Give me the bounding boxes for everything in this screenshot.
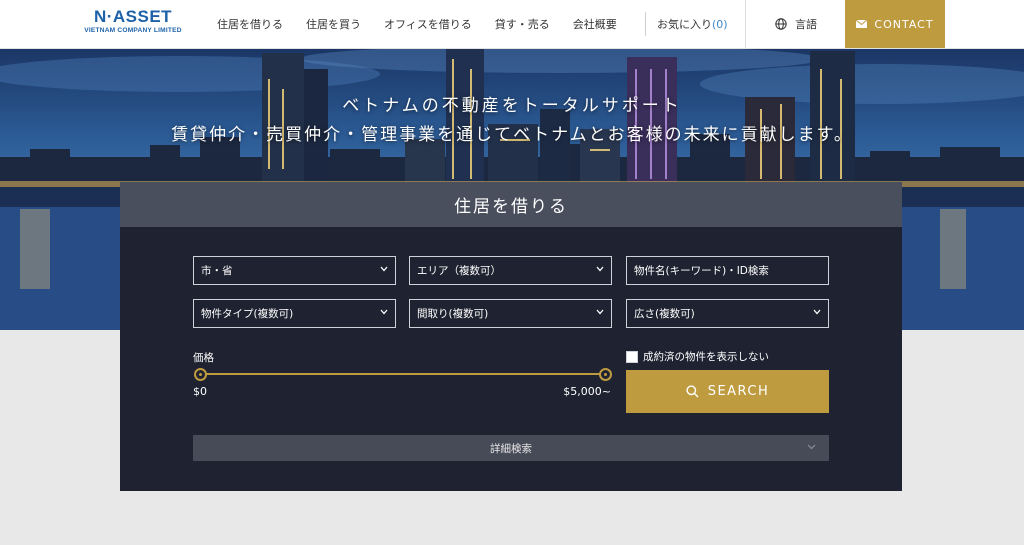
price-slider-max-handle[interactable] (598, 368, 612, 381)
search-button[interactable]: SEARCH (626, 370, 829, 413)
main-nav: 住居を借りる 住居を買う オフィスを借りる 貸す・売る 会社概要 (217, 0, 640, 48)
keyword-search-placeholder: 物件名(キーワード)・ID検索 (634, 265, 769, 277)
nav-favorites[interactable]: お気に入り (0) (645, 12, 728, 36)
hero-subheadline: 賃貸仲介・売買仲介・管理事業を通じてベトナムとお客様の未来に貢献します。 (171, 125, 853, 145)
language-label: 言語 (795, 18, 817, 31)
price-label: 価格 (193, 352, 214, 364)
divider (745, 0, 746, 48)
nav-rent-office[interactable]: オフィスを借りる (384, 16, 472, 32)
site-header: N·ASSET VIETNAM COMPANY LIMITED 住居を借りる 住… (0, 0, 1024, 49)
search-panel: 住居を借りる 市・省 エリア（複数可） 物件名(キーワード)・ID検索 物件タイ… (120, 182, 902, 491)
contact-label: CONTACT (874, 17, 934, 31)
price-min-value: $0 (193, 385, 207, 398)
advanced-search-label: 詳細検索 (490, 442, 532, 455)
chevron-down-icon (380, 309, 388, 315)
city-select[interactable]: 市・省 (193, 256, 396, 285)
property-type-value: 物件タイプ(複数可) (201, 308, 294, 320)
price-max-value: $5,000~ (563, 385, 611, 398)
hide-contracted-checkbox[interactable] (626, 350, 638, 363)
property-type-select[interactable]: 物件タイプ(複数可) (193, 299, 396, 328)
advanced-search-toggle[interactable]: 詳細検索 (193, 435, 829, 461)
globe-icon (775, 18, 787, 30)
search-icon (686, 385, 699, 398)
search-panel-title: 住居を借りる (120, 182, 902, 227)
hide-contracted-option[interactable]: 成約済の物件を表示しない (626, 349, 769, 364)
nav-lease-sell[interactable]: 貸す・売る (495, 16, 550, 32)
logo[interactable]: N·ASSET VIETNAM COMPANY LIMITED (78, 8, 188, 35)
logo-wordmark: N·ASSET (93, 7, 173, 26)
keyword-search-input[interactable]: 物件名(キーワード)・ID検索 (626, 256, 829, 285)
area-select-value: エリア（複数可） (417, 265, 501, 277)
contact-button[interactable]: CONTACT (845, 0, 945, 48)
hide-contracted-label: 成約済の物件を表示しない (643, 351, 769, 363)
favorites-label: お気に入り (657, 18, 712, 31)
language-selector[interactable]: 言語 (775, 0, 817, 48)
area-select[interactable]: エリア（複数可） (409, 256, 612, 285)
city-select-value: 市・省 (201, 265, 233, 277)
chevron-down-icon (813, 309, 821, 315)
layout-select[interactable]: 間取り(複数可) (409, 299, 612, 328)
price-slider-min-handle[interactable] (193, 368, 207, 381)
logo-subtitle: VIETNAM COMPANY LIMITED (84, 27, 182, 34)
chevron-down-icon (380, 266, 388, 272)
nav-buy-home[interactable]: 住居を買う (306, 16, 361, 32)
search-button-label: SEARCH (707, 384, 770, 399)
hero-headline: ベトナムの不動産をトータルサポート (342, 96, 682, 116)
price-slider-track[interactable] (200, 373, 605, 375)
size-select[interactable]: 広さ(複数可) (626, 299, 829, 328)
favorites-count: (0) (712, 17, 728, 31)
chevron-down-icon (596, 266, 604, 272)
nav-company[interactable]: 会社概要 (573, 16, 617, 32)
chevron-down-icon (596, 309, 604, 315)
layout-select-value: 間取り(複数可) (417, 308, 489, 320)
size-select-value: 広さ(複数可) (634, 308, 695, 320)
nav-rent-home[interactable]: 住居を借りる (217, 16, 283, 32)
chevron-down-icon (807, 444, 816, 450)
mail-icon (856, 20, 868, 28)
